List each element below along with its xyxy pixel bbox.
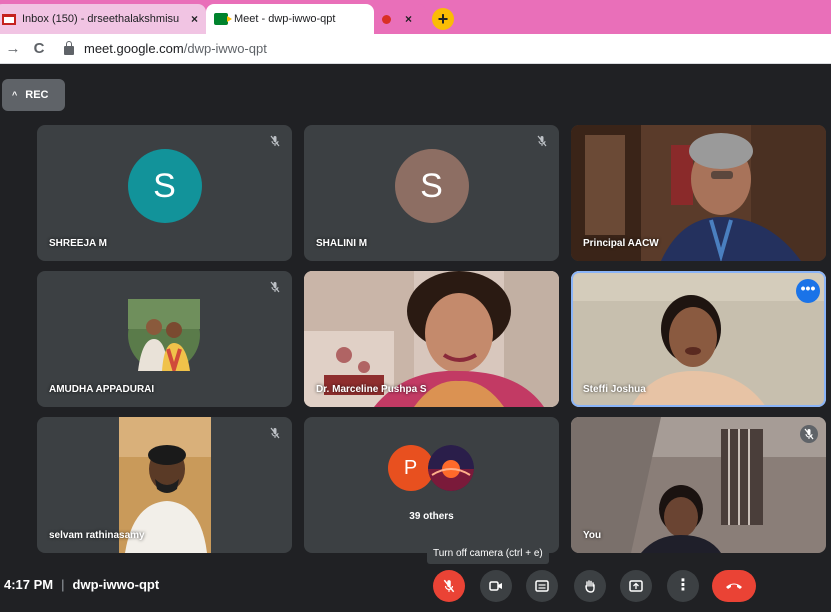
tab-title: Meet - dwp-iwwo-qpt <box>234 13 336 25</box>
meeting-time: 4:17 PM <box>4 577 54 592</box>
close-tab-icon[interactable]: × <box>405 12 412 26</box>
more-options-button[interactable]: ⋮ <box>667 570 699 602</box>
participant-name: SHALINI M <box>316 238 368 249</box>
tab-meet[interactable]: Meet - dwp-iwwo-qpt <box>206 4 374 34</box>
reload-icon[interactable]: C <box>26 40 52 57</box>
participant-tile-others[interactable]: P 39 others <box>304 417 559 553</box>
camera-tooltip: Turn off camera (ctrl + e) <box>427 544 549 564</box>
browser-toolbar: → C meet.google.com/dwp-iwwo-qpt <box>0 34 831 64</box>
hand-icon <box>585 580 595 593</box>
mic-off-icon <box>268 281 282 295</box>
participant-name: Principal AACW <box>583 238 659 249</box>
participant-tile-shalini[interactable]: S SHALINI M <box>304 125 559 261</box>
recording-indicator[interactable]: ^ REC <box>2 79 65 111</box>
forward-icon[interactable]: → <box>0 40 26 57</box>
meeting-code: dwp-iwwo-qpt <box>72 577 160 592</box>
avatar: P <box>387 445 434 491</box>
captions-icon <box>535 580 549 592</box>
recording-dot-icon <box>382 14 391 24</box>
tab-recording[interactable]: × <box>374 4 426 34</box>
mic-off-icon <box>800 425 818 443</box>
gmail-icon <box>2 13 16 25</box>
participant-name: You <box>583 530 602 541</box>
browser-tab-strip: Inbox (150) - drseethalakshmisu × Meet -… <box>0 0 831 34</box>
participant-tile-selvam[interactable]: selvam rathinasamy <box>37 417 292 553</box>
address-host: meet.google.com <box>84 41 184 56</box>
raise-hand-button[interactable] <box>574 570 606 602</box>
participant-tile-you[interactable]: You <box>571 417 826 553</box>
address-path: /dwp-iwwo-qpt <box>183 41 267 56</box>
participant-tile-marceline[interactable]: Dr. Marceline Pushpa S <box>304 271 559 407</box>
avatar-photo <box>427 445 474 491</box>
lock-icon[interactable] <box>64 41 74 55</box>
caret-up-icon: ^ <box>12 90 18 100</box>
others-count: 39 others <box>409 511 454 522</box>
captions-button[interactable] <box>526 570 558 602</box>
present-button[interactable] <box>620 570 652 602</box>
end-call-icon <box>726 583 742 589</box>
group-avatars: P <box>387 445 474 491</box>
participant-tile-steffi[interactable]: ••• Steffi Joshua <box>571 271 826 407</box>
mic-off-icon <box>535 135 549 149</box>
mic-off-icon <box>268 135 282 149</box>
participant-tile-shreeja[interactable]: S SHREEJA M <box>37 125 292 261</box>
camera-toggle-button[interactable] <box>480 570 512 602</box>
close-tab-icon[interactable]: × <box>191 12 198 26</box>
address-bar[interactable]: meet.google.com/dwp-iwwo-qpt <box>84 41 267 56</box>
participant-name: AMUDHA APPADURAI <box>49 384 155 395</box>
participant-name: Dr. Marceline Pushpa S <box>316 384 427 395</box>
new-tab-button[interactable]: + <box>432 8 454 30</box>
meet-icon <box>214 13 232 25</box>
mic-toggle-button[interactable] <box>433 570 465 602</box>
meeting-info: 4:17 PM | dwp-iwwo-qpt <box>4 577 159 592</box>
meeting-separator: | <box>61 577 65 592</box>
recording-label: REC <box>25 89 49 101</box>
tab-inbox[interactable]: Inbox (150) - drseethalakshmisu × <box>0 4 206 34</box>
mic-off-icon <box>443 579 455 593</box>
participant-video <box>571 417 826 553</box>
mic-off-icon <box>268 427 282 441</box>
participant-name: SHREEJA M <box>49 238 107 249</box>
tab-title: Inbox (150) - drseethalakshmisu <box>22 13 180 25</box>
camera-icon <box>489 581 502 591</box>
avatar: S <box>394 149 469 223</box>
present-icon <box>629 580 643 592</box>
participant-name: Steffi Joshua <box>583 384 646 395</box>
participant-name: selvam rathinasamy <box>49 530 145 541</box>
participant-tile-principal[interactable]: Principal AACW <box>571 125 826 261</box>
profile-photo <box>128 299 200 371</box>
participant-tile-amudha[interactable]: AMUDHA APPADURAI <box>37 271 292 407</box>
leave-call-button[interactable] <box>712 570 756 602</box>
avatar: S <box>127 149 202 223</box>
more-options-button[interactable]: ••• <box>796 279 820 303</box>
